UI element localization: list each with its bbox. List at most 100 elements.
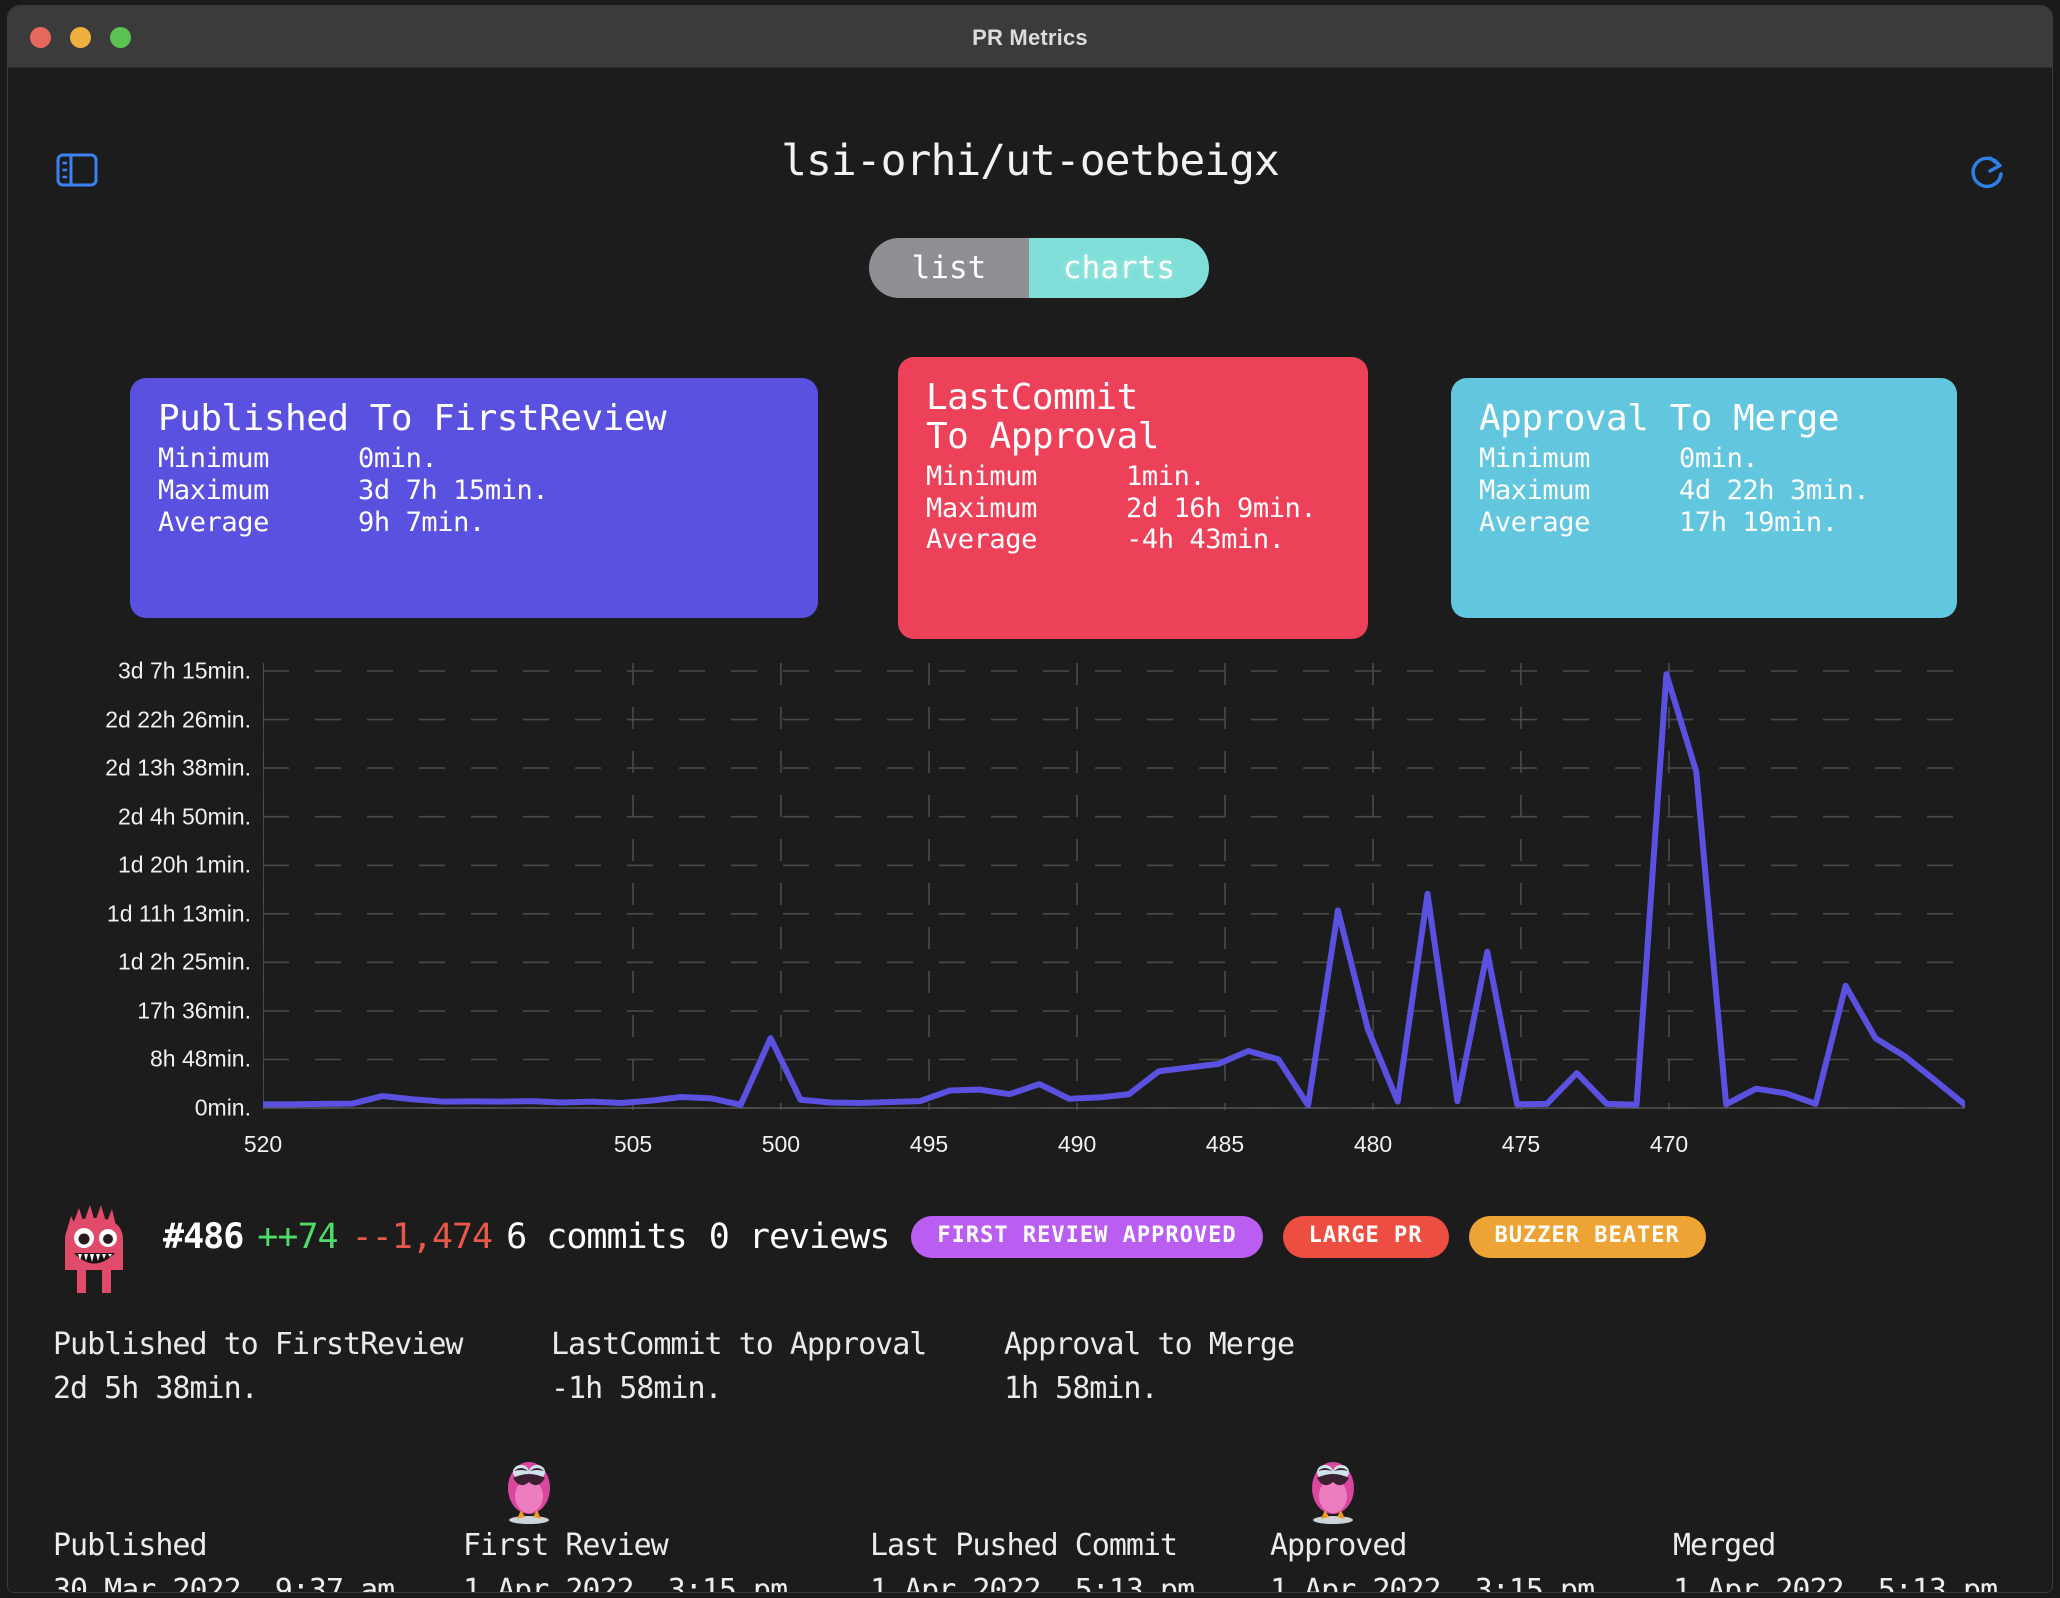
chart-x-tick-label: 505 [613, 1131, 653, 1157]
timeline-item-approved: Approved 1 Apr 2022, 3:15 pm [1270, 1528, 1595, 1592]
chart-y-tick-label: 1d 11h 13min. [106, 900, 251, 927]
metrics-chart: 3d 7h 15min. 2d 22h 26min. 2d 13h 38min. 2d… [8, 653, 2052, 1157]
pr-reviews: 0 reviews [708, 1217, 891, 1257]
timeline-item-merged: Merged 1 Apr 2022, 5:13 pm [1673, 1528, 1998, 1592]
chart-y-tick-label: 2d 4h 50min. [118, 803, 251, 830]
timeline-label: Merged [1673, 1528, 1776, 1563]
stat-value: 0min. [358, 442, 438, 474]
stat-label: Minimum [1479, 442, 1590, 474]
chart-y-tick-label: 1d 20h 1min. [118, 851, 251, 878]
card-stat-row: Average -4h 43min. [926, 524, 1340, 556]
stat-value: 9h 7min. [358, 506, 485, 538]
duration-value: 1h 58min. [1004, 1371, 1159, 1406]
timeline-item-last-pushed-commit: Last Pushed Commit 1 Apr 2022, 5:13 pm [870, 1528, 1195, 1592]
duration-lastcommit-to-approval: LastCommit to Approval -1h 58min. [551, 1327, 927, 1406]
app-window: PR Metrics lsi-orhi/ut-oetbeigx list cha… [8, 6, 2052, 1592]
timeline-label: Published [53, 1528, 208, 1563]
timeline-date: 30 Mar 2022, 9:37 am [53, 1573, 395, 1592]
stat-value: 2d 16h 9min. [1126, 492, 1317, 524]
duration-label: Approval to Merge [1004, 1327, 1295, 1362]
timeline-label: First Review [463, 1528, 669, 1563]
card-title: LastCommit To Approval [926, 377, 1159, 457]
card-stat-row: Minimum 0min. [158, 443, 790, 475]
timeline-label: Approved [1270, 1528, 1408, 1563]
card-stat-row: Minimum 0min. [1479, 443, 1929, 475]
window-titlebar: PR Metrics [8, 6, 2052, 68]
duration-label: LastCommit to Approval [551, 1327, 927, 1362]
pr-info-line: #486 ++74 --1,474 6 commits 0 reviews FI… [163, 1216, 1706, 1258]
chart-y-tick-label: 0min. [194, 1094, 251, 1121]
stat-label: Average [1479, 506, 1590, 538]
chart-y-axis: 3d 7h 15min. 2d 22h 26min. 2d 13h 38min. 2d… [8, 653, 263, 1121]
timeline-item-published: Published 30 Mar 2022, 9:37 am [53, 1528, 395, 1592]
timeline-date: 1 Apr 2022, 5:13 pm [1673, 1573, 1998, 1592]
view-mode-segmented-control[interactable]: list charts [869, 238, 1209, 298]
stat-label: Minimum [158, 442, 269, 474]
chart-plot-area [260, 663, 1968, 1118]
card-stat-row: Maximum 2d 16h 9min. [926, 493, 1340, 525]
stat-label: Maximum [158, 474, 269, 506]
summary-cards: Published To FirstReview Minimum 0min. M… [8, 353, 2052, 639]
chart-x-tick-label: 500 [761, 1131, 801, 1157]
duration-value: 2d 5h 38min. [53, 1371, 259, 1406]
card-approval-to-merge: Approval To Merge Minimum 0min. Maximum … [1451, 378, 1957, 618]
stat-value: 3d 7h 15min. [358, 474, 549, 506]
chart-x-tick-label: 520 [243, 1131, 283, 1157]
chart-x-tick-label: 480 [1353, 1131, 1393, 1157]
timeline-label: Last Pushed Commit [870, 1528, 1178, 1563]
chart-y-tick-label: 2d 22h 26min. [105, 706, 251, 733]
duration-approval-to-merge: Approval to Merge 1h 58min. [1004, 1327, 1295, 1406]
pr-commits: 6 commits [506, 1217, 688, 1257]
tab-list[interactable]: list [869, 238, 1029, 298]
chart-y-tick-label: 17h 36min. [137, 997, 251, 1024]
sad-bird-icon [500, 1448, 558, 1528]
chart-y-tick-label: 3d 7h 15min. [118, 657, 251, 684]
chart-y-tick-label: 1d 2h 25min. [118, 948, 251, 975]
card-title: Approval To Merge [1479, 398, 1839, 439]
stat-label: Maximum [926, 492, 1037, 524]
card-stat-row: Average 9h 7min. [158, 507, 790, 539]
badge-buzzer-beater[interactable]: BUZZER BEATER [1468, 1216, 1706, 1258]
stat-label: Average [926, 524, 1037, 556]
timeline-item-first-review: First Review 1 Apr 2022, 3:15 pm [463, 1528, 788, 1592]
chart-y-tick-label: 8h 48min. [149, 1045, 251, 1072]
chart-x-tick-label: 495 [909, 1131, 949, 1157]
page-title: lsi-orhi/ut-oetbeigx [781, 136, 1280, 186]
timeline-date: 1 Apr 2022, 5:13 pm [870, 1573, 1195, 1592]
monster-avatar-icon [53, 1198, 135, 1298]
badge-first-review-approved[interactable]: FIRST REVIEW APPROVED [911, 1216, 1263, 1258]
pr-badges: FIRST REVIEW APPROVED LARGE PR BUZZER BE… [911, 1216, 1706, 1258]
pr-additions: ++74 [257, 1217, 338, 1257]
chart-x-tick-label: 490 [1057, 1131, 1097, 1157]
pr-summary-row[interactable]: #486 ++74 --1,474 6 commits 0 reviews FI… [8, 1188, 2052, 1308]
chart-y-tick-label: 2d 13h 38min. [105, 754, 251, 781]
pr-duration-metrics: Published to FirstReview 2d 5h 38min. La… [8, 1330, 2052, 1420]
stat-value: -4h 43min. [1126, 524, 1285, 556]
window-title: PR Metrics [972, 25, 1088, 50]
chart-x-tick-label: 485 [1205, 1131, 1245, 1157]
stat-label: Minimum [926, 460, 1037, 492]
tab-charts[interactable]: charts [1029, 238, 1209, 298]
card-stat-row: Maximum 4d 22h 3min. [1479, 475, 1929, 507]
card-stat-row: Minimum 1min. [926, 461, 1340, 493]
stat-value: 4d 22h 3min. [1679, 474, 1870, 506]
card-stat-row: Maximum 3d 7h 15min. [158, 475, 790, 507]
chart-x-tick-label: 470 [1649, 1131, 1689, 1157]
card-title: Published To FirstReview [158, 398, 667, 439]
chart-x-tick-label: 475 [1501, 1131, 1541, 1157]
pr-timeline: Published 30 Mar 2022, 9:37 am First Rev… [8, 1453, 2052, 1592]
pr-number[interactable]: #486 [163, 1217, 244, 1257]
duration-value: -1h 58min. [551, 1371, 723, 1406]
stat-value: 0min. [1679, 442, 1759, 474]
sad-bird-icon [1304, 1448, 1362, 1528]
stat-value: 17h 19min. [1679, 506, 1838, 538]
card-published-to-firstreview: Published To FirstReview Minimum 0min. M… [130, 378, 818, 618]
timeline-date: 1 Apr 2022, 3:15 pm [1270, 1573, 1595, 1592]
duration-label: Published to FirstReview [53, 1327, 463, 1362]
card-lastcommit-to-approval: LastCommit To Approval Minimum 1min. Max… [898, 357, 1368, 639]
stat-value: 1min. [1126, 460, 1206, 492]
card-stat-row: Average 17h 19min. [1479, 507, 1929, 539]
badge-large-pr[interactable]: LARGE PR [1282, 1216, 1449, 1258]
timeline-date: 1 Apr 2022, 3:15 pm [463, 1573, 788, 1592]
pr-deletions: --1,474 [351, 1217, 494, 1257]
